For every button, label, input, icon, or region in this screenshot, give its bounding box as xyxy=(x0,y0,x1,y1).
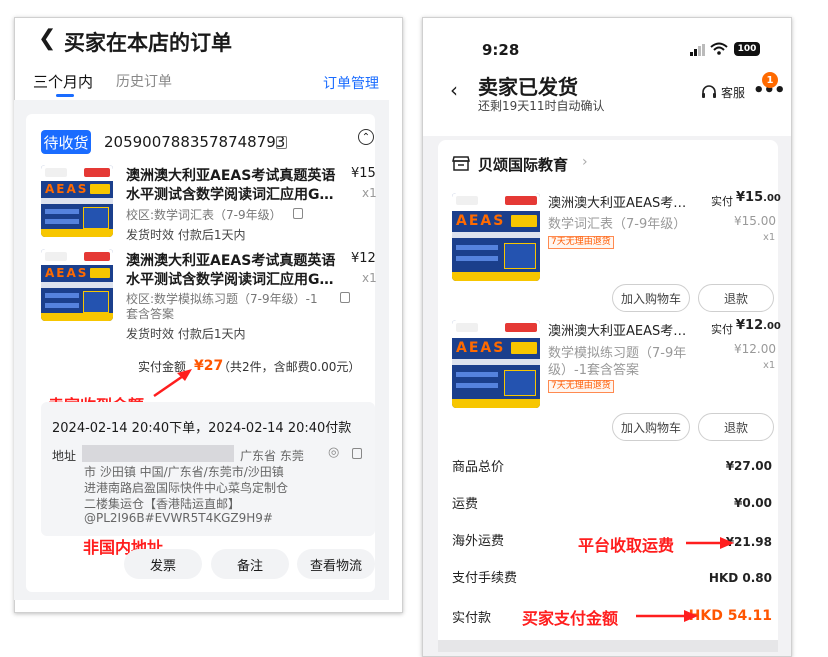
seven-day-return-tag: 7天无理由退货 xyxy=(548,236,614,249)
address-label: 地址 xyxy=(52,449,77,463)
tab-three-months[interactable]: 三个月内 xyxy=(33,71,93,92)
delivery-time: 发货时效 付款后1天内 xyxy=(126,327,246,341)
item-title[interactable]: 澳洲澳大利亚AEAS考试真题英语 xyxy=(126,165,335,185)
goods-total-value: ¥27.00 xyxy=(725,459,772,473)
annotation-buyer-paid: 买家支付金额 xyxy=(522,609,619,628)
add-to-cart-button[interactable]: 加入购物车 xyxy=(612,284,690,312)
item-qty: x1 xyxy=(763,360,776,371)
address-line: 二楼集运仓【香港陆运直邮】 xyxy=(84,497,241,511)
item-spec: 校区:数学词汇表（7-9年级） xyxy=(126,208,282,222)
order-status-title: 卖家已发货 xyxy=(478,75,578,99)
customer-service-label[interactable]: 客服 xyxy=(721,84,745,101)
actual-paid-label: 实付款 xyxy=(452,611,492,626)
note-button[interactable]: 备注 xyxy=(211,549,289,579)
bottom-bar xyxy=(438,640,778,652)
active-tab-indicator xyxy=(56,94,74,97)
collapse-icon[interactable]: ⌃ xyxy=(358,129,374,145)
back-chevron-icon[interactable]: ❮ xyxy=(38,26,56,51)
paid-label: 实付 xyxy=(711,323,733,336)
item-title[interactable]: 澳洲澳大利亚AEAS考试真题英语 xyxy=(126,250,335,270)
annotation-arrow xyxy=(153,369,192,398)
copy-icon[interactable] xyxy=(276,136,287,149)
goods-total-label: 商品总价 xyxy=(452,460,505,475)
signal-icon xyxy=(690,44,705,56)
product-thumbnail[interactable]: AEAS xyxy=(41,249,113,321)
chevron-right-icon[interactable]: › xyxy=(582,154,588,170)
address-line: 市 沙田镇 中国/广东省/东莞市/沙田镇 xyxy=(84,465,284,479)
item-title-line2[interactable]: 水平测试含数学阅读词汇应用G… xyxy=(126,184,334,204)
item-spec-line2: 级）-1套含答案 xyxy=(548,363,639,378)
overseas-shipping-label: 海外运费 xyxy=(452,534,505,549)
order-timeline: 2024-02-14 20:40下单，2024-02-14 20:40付款 xyxy=(52,421,352,436)
shop-icon xyxy=(452,156,470,171)
page-title: 买家在本店的订单 xyxy=(64,31,232,55)
address-line: 进港南路启盈国际快件中心菜鸟定制仓 xyxy=(84,481,289,495)
item-spec: 数学词汇表（7-9年级） xyxy=(548,217,687,232)
seven-day-return-tag: 7天无理由退货 xyxy=(548,380,614,393)
auto-confirm-countdown: 还剩19天11时自动确认 xyxy=(478,99,605,113)
item-spec-line2: 套含答案 xyxy=(126,307,175,321)
refund-button[interactable]: 退款 xyxy=(698,284,774,312)
item-qty: x1 xyxy=(362,186,377,200)
invoice-button[interactable]: 发票 xyxy=(124,549,202,579)
refund-button[interactable]: 退款 xyxy=(698,413,774,441)
paid-price: ¥15.00 xyxy=(736,190,781,205)
annotation-arrow xyxy=(686,537,734,549)
battery-icon: 100 xyxy=(734,42,760,56)
product-thumbnail[interactable]: AEAS xyxy=(41,165,113,237)
view-logistics-button[interactable]: 查看物流 xyxy=(297,549,375,579)
order-manage-link[interactable]: 订单管理 xyxy=(323,73,379,93)
back-chevron-icon[interactable]: ‹ xyxy=(450,78,458,102)
status-badge: 待收货 xyxy=(41,130,91,154)
item-qty: x1 xyxy=(763,232,776,243)
redacted-address xyxy=(82,445,234,462)
shop-name[interactable]: 贝颂国际教育 xyxy=(478,154,568,175)
total-note: （共2件，含邮费0.00元） xyxy=(218,360,361,374)
copy-icon[interactable] xyxy=(352,448,362,459)
item-price: ¥15 xyxy=(351,166,376,181)
payment-fee-label: 支付手续费 xyxy=(452,571,518,586)
annotation-arrow xyxy=(636,610,698,622)
product-thumbnail[interactable]: AEAS xyxy=(452,193,540,281)
paid-price: ¥12.00 xyxy=(736,318,781,333)
copy-icon[interactable] xyxy=(340,292,350,303)
wifi-icon xyxy=(710,42,728,55)
original-price: ¥15.00 xyxy=(734,214,776,228)
item-title[interactable]: 澳洲澳大利亚AEAS考… xyxy=(548,320,686,339)
item-title[interactable]: 澳洲澳大利亚AEAS考… xyxy=(548,192,686,211)
address-line: @PL2I96B#EVWR5T4KGZ9H9# xyxy=(84,511,273,525)
notification-badge: 1 xyxy=(762,72,778,88)
original-price: ¥12.00 xyxy=(734,342,776,356)
headset-icon[interactable] xyxy=(701,84,717,100)
delivery-time: 发货时效 付款后1天内 xyxy=(126,228,246,242)
item-price: ¥12 xyxy=(351,251,376,266)
paid-label: 实付 xyxy=(711,195,733,208)
tab-history[interactable]: 历史订单 xyxy=(116,71,172,91)
address-line: 广东省 东莞 xyxy=(240,449,304,463)
add-to-cart-button[interactable]: 加入购物车 xyxy=(612,413,690,441)
item-qty: x1 xyxy=(362,271,377,285)
annotation-platform-fee: 平台收取运费 xyxy=(578,536,675,555)
order-number: 2059007883578748793 xyxy=(104,133,286,151)
shipping-label: 运费 xyxy=(452,497,479,512)
item-title-line2[interactable]: 水平测试含数学阅读词汇应用G… xyxy=(126,269,334,289)
eye-icon[interactable]: ◎ xyxy=(328,445,339,460)
copy-icon[interactable] xyxy=(293,208,303,219)
status-time: 9:28 xyxy=(482,41,520,59)
product-thumbnail[interactable]: AEAS xyxy=(452,320,540,408)
shipping-value: ¥0.00 xyxy=(734,496,772,510)
payment-fee-value: HKD 0.80 xyxy=(708,571,772,585)
